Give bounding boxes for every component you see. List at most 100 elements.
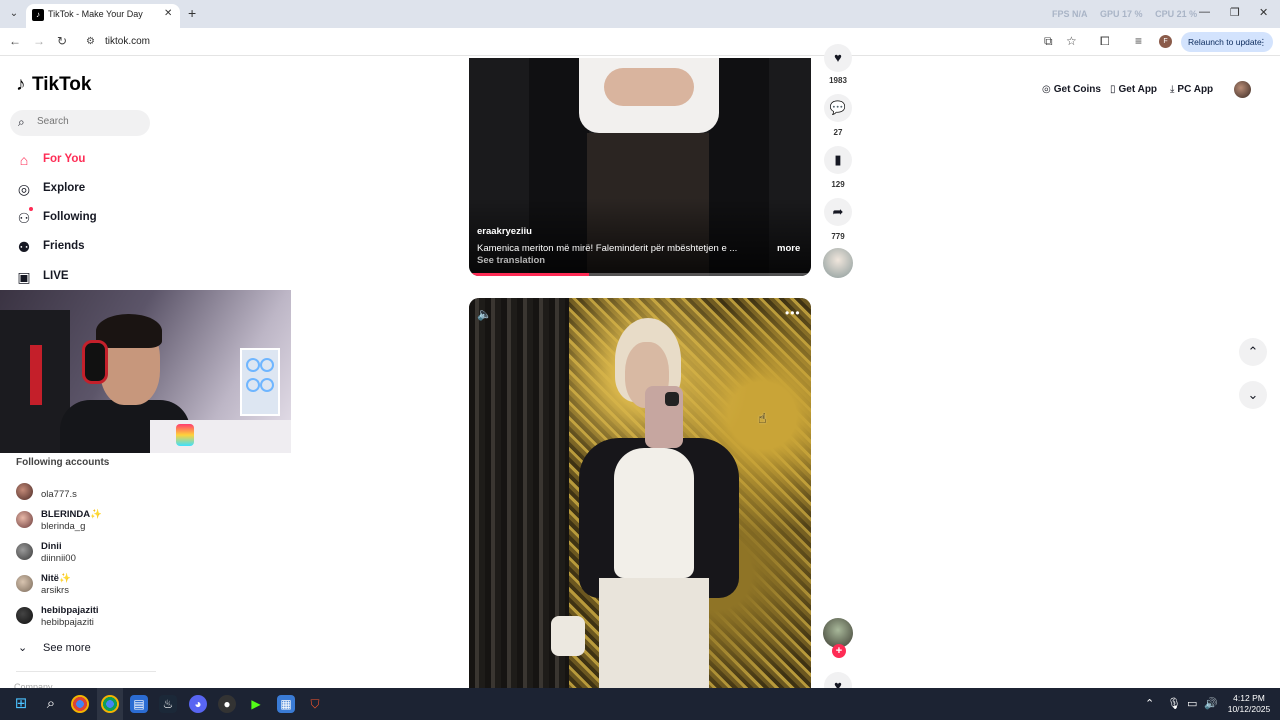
coin-icon: ◎: [1042, 84, 1051, 95]
minimize-icon[interactable]: —: [1199, 6, 1210, 18]
webcam-pc: [240, 348, 280, 416]
taskbar-clock[interactable]: 4:12 PM 10/12/2025: [1222, 693, 1276, 715]
tab-title: TikTok - Make Your Day: [48, 9, 143, 19]
search-box[interactable]: ⌕: [10, 110, 150, 136]
caption-more-button[interactable]: more: [777, 243, 800, 254]
live-icon: ▣: [17, 269, 31, 285]
calculator-icon[interactable]: ▦: [277, 695, 295, 713]
brave-icon[interactable]: ⛉: [306, 695, 324, 713]
comment-icon[interactable]: 💬: [824, 94, 852, 122]
restore-icon[interactable]: ❐: [1230, 6, 1240, 19]
relaunch-button[interactable]: Relaunch to update ⋮: [1181, 32, 1273, 52]
nav-friends[interactable]: ⚉ Friends: [16, 238, 166, 258]
speaker-icon[interactable]: 🔊: [1204, 697, 1218, 710]
avatar: [16, 483, 33, 500]
nav-explore[interactable]: ◎ Explore: [16, 180, 166, 200]
video-pants: [599, 578, 709, 690]
network-icon[interactable]: ▭: [1187, 697, 1197, 710]
get-coins-button[interactable]: ◎ Get Coins: [1042, 84, 1101, 95]
see-translation-link[interactable]: See translation: [477, 255, 545, 266]
pc-app-button[interactable]: ⤓ PC App: [1170, 84, 1213, 95]
video-username[interactable]: eraakryeziiu: [477, 226, 532, 237]
account-handle: blerinda_g: [41, 521, 86, 532]
discord-icon[interactable]: ◕: [189, 695, 207, 713]
user-avatar[interactable]: [1234, 81, 1251, 98]
account-handle: ola777.s: [41, 489, 77, 500]
pc-app-label: PC App: [1177, 84, 1214, 95]
avatar: [16, 607, 33, 624]
nav-following[interactable]: ⚇ Following: [16, 207, 166, 229]
account-name: hebibpajaziti: [41, 605, 99, 616]
cpu-readout: CPU 21 %: [1155, 9, 1198, 19]
like-icon[interactable]: ♥: [824, 44, 852, 72]
search-icon: ⌕: [18, 115, 25, 129]
account-item[interactable]: Dinii diinnii00: [16, 541, 196, 569]
browser-tab[interactable]: ♪ TikTok - Make Your Day ✕: [26, 4, 180, 28]
webcam-desk: [150, 420, 291, 453]
chevron-up-icon[interactable]: ⌃: [1239, 338, 1267, 366]
more-dots-icon[interactable]: •••: [785, 306, 801, 320]
nav-live[interactable]: ▣ LIVE: [16, 268, 166, 288]
video-phone-camera: [665, 392, 679, 406]
account-item[interactable]: ola777.s: [16, 481, 196, 509]
reload-icon[interactable]: ↻: [57, 34, 67, 48]
bookmark-star-icon[interactable]: ☆: [1066, 34, 1077, 48]
account-item[interactable]: BLERINDA✨ blerinda_g: [16, 509, 196, 537]
volume-icon[interactable]: 🔈: [477, 307, 492, 321]
taskbar-search-icon[interactable]: ⌕: [42, 695, 60, 713]
webcam-chair-stripe: [30, 345, 42, 405]
get-coins-label: Get Coins: [1053, 84, 1101, 95]
outlook-icon[interactable]: ▤: [130, 695, 148, 713]
windows-start-icon[interactable]: ⊞: [12, 695, 30, 713]
follow-plus-icon[interactable]: +: [832, 644, 846, 658]
obs-icon[interactable]: ●: [218, 695, 236, 713]
kick-icon[interactable]: ▶: [247, 695, 265, 713]
tab-close-icon[interactable]: ✕: [164, 8, 172, 19]
browser-tabbar: ⌄ ♪ TikTok - Make Your Day ✕ + FPS N/A G…: [0, 0, 1280, 28]
account-item[interactable]: Nitë✨ arsikrs: [16, 573, 196, 601]
chrome-icon[interactable]: [71, 695, 89, 713]
search-input[interactable]: [37, 116, 142, 127]
chrome-profile-icon[interactable]: [101, 695, 119, 713]
extensions-icon[interactable]: ⧠: [1100, 34, 1110, 49]
media-control-icon[interactable]: ≡: [1135, 34, 1142, 48]
video-player-2[interactable]: 🔈 •••: [469, 298, 811, 690]
microphone-icon[interactable]: 🎙: [1167, 697, 1181, 710]
nav-label: For You: [43, 153, 86, 165]
chevron-down-icon: ⌄: [18, 642, 28, 654]
nav-label: Explore: [43, 182, 86, 194]
video-player-1[interactable]: eraakryeziiu Kamenica meriton më mirë! F…: [469, 58, 811, 276]
fan-ring: [246, 358, 260, 372]
see-more-button[interactable]: ⌄ See more: [18, 641, 138, 657]
install-app-icon[interactable]: ⧉: [1044, 34, 1053, 49]
window-close-icon[interactable]: ✕: [1259, 6, 1268, 19]
tray-overflow-icon[interactable]: ⌃: [1145, 697, 1154, 710]
share-icon[interactable]: ➦: [824, 198, 852, 226]
tiktok-logo[interactable]: ♪ TikTok: [16, 74, 91, 96]
steam-icon[interactable]: ♨: [159, 695, 177, 713]
account-item[interactable]: hebibpajaziti hebibpajaziti: [16, 605, 196, 633]
fan-ring: [260, 358, 274, 372]
back-icon[interactable]: ←: [9, 34, 21, 48]
nav-for-you[interactable]: ⌂ For You: [16, 151, 166, 171]
address-bar[interactable]: tiktok.com: [105, 36, 150, 47]
home-icon: ⌂: [19, 152, 29, 168]
video-top: [614, 448, 694, 578]
avatar: [16, 575, 33, 592]
creator-avatar[interactable]: [823, 248, 853, 278]
site-info-icon[interactable]: ⚙: [86, 36, 98, 48]
new-tab-icon[interactable]: +: [188, 5, 196, 21]
forward-icon[interactable]: →: [33, 34, 45, 48]
browser-menu-icon[interactable]: ⋮: [1259, 32, 1268, 52]
webcam-headphones: [82, 340, 108, 384]
browser-profile-avatar[interactable]: F: [1159, 35, 1172, 48]
get-app-button[interactable]: ▯ Get App: [1110, 84, 1157, 95]
tab-search-icon[interactable]: ⌄: [6, 6, 22, 22]
bookmark-icon[interactable]: ▮: [824, 146, 852, 174]
download-icon: ⤓: [1170, 84, 1175, 95]
nav-label: Following: [43, 211, 97, 223]
webcam-rgb-light: [176, 424, 194, 446]
video-hands: [604, 68, 694, 106]
new-indicator: [29, 207, 33, 211]
chevron-down-icon[interactable]: ⌄: [1239, 381, 1267, 409]
